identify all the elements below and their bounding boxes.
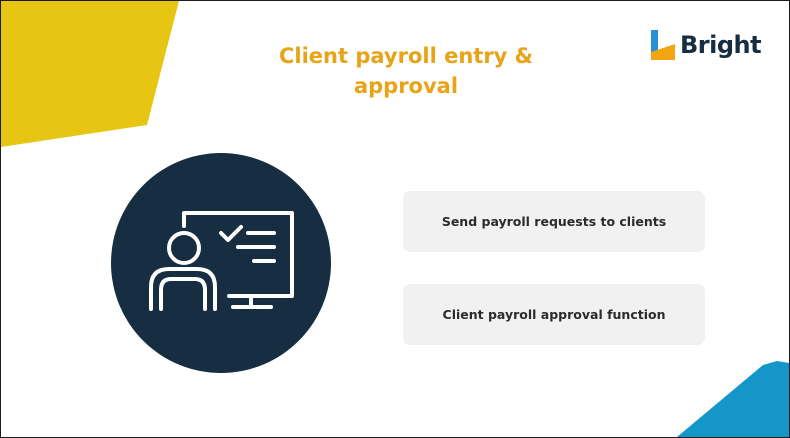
slide: Client payroll entry & approval Bright S…	[0, 0, 790, 438]
user-computer-checklist-icon	[149, 211, 294, 311]
feature-card-label: Send payroll requests to clients	[441, 214, 667, 229]
slide-title: Client payroll entry & approval	[279, 44, 533, 98]
feature-card-label: Client payroll approval function	[442, 307, 666, 322]
feature-illustration	[111, 153, 331, 373]
logo-text: Bright	[680, 31, 762, 59]
blue-corner-shape	[677, 361, 789, 437]
feature-card-approval-function: Client payroll approval function	[403, 284, 705, 345]
feature-card-payroll-requests: Send payroll requests to clients	[403, 191, 705, 252]
yellow-corner-shape	[1, 1, 179, 147]
bright-logo-mark-icon	[651, 30, 675, 60]
bright-logo: Bright	[651, 27, 762, 63]
